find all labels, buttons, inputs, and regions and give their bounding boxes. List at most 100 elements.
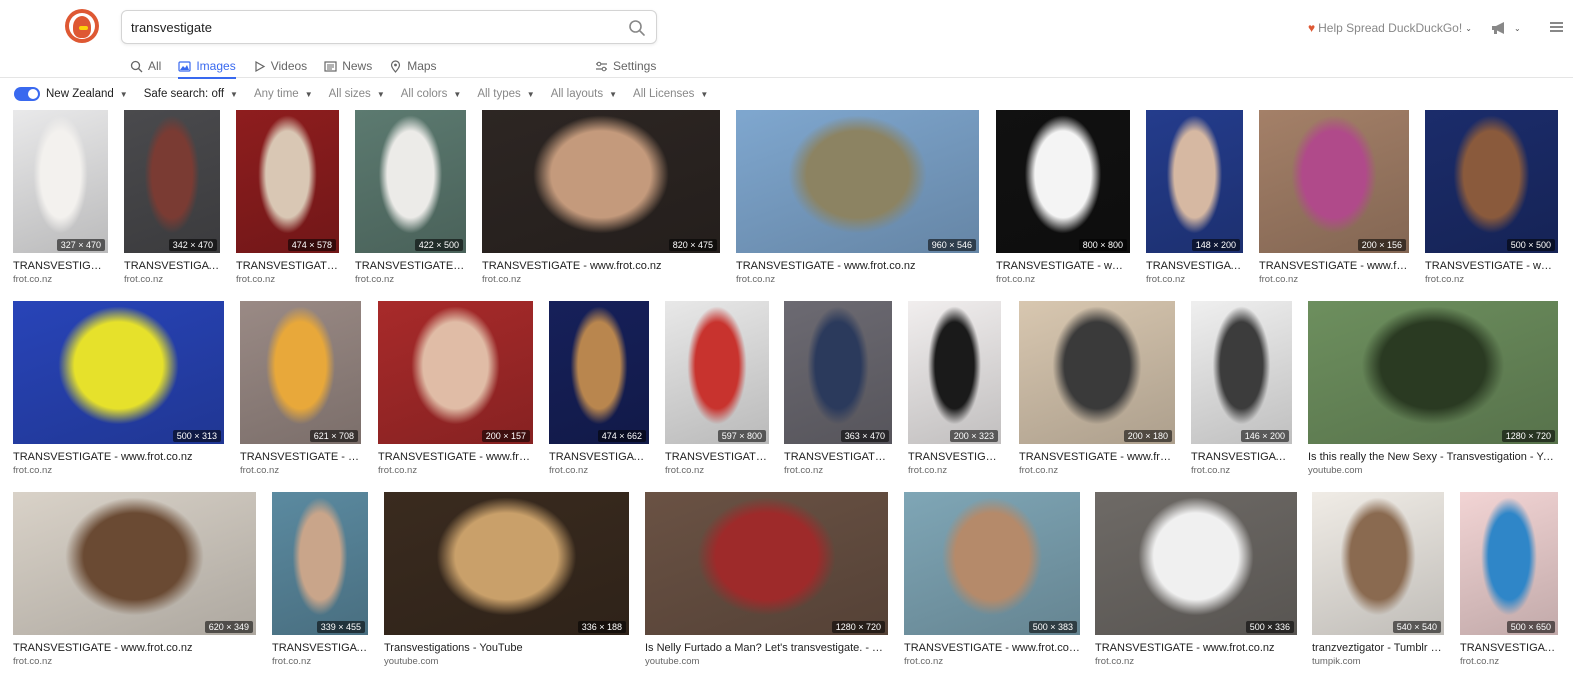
image-result-domain[interactable]: frot.co.nz: [904, 656, 1080, 668]
image-result-title[interactable]: TRANSVESTIGATE - www.frot.co.nz: [482, 260, 720, 273]
image-result[interactable]: 1280 × 720 Is this really the New Sexy - …: [1308, 301, 1558, 477]
image-result-title[interactable]: TRANSVESTIGATE - www.frot.co.nz: [736, 260, 979, 273]
image-result[interactable]: 200 × 157 TRANSVESTIGATE - www.frot.co.nz…: [378, 301, 533, 477]
image-result[interactable]: 620 × 349 TRANSVESTIGATE - www.frot.co.nz…: [13, 492, 256, 668]
image-result[interactable]: 621 × 708 TRANSVESTIGATE - www.frot.co.nz…: [240, 301, 361, 477]
image-thumbnail[interactable]: 339 × 455: [272, 492, 368, 635]
image-result-title[interactable]: Is Nelly Furtado a Man? Let's transvesti…: [645, 642, 888, 655]
image-thumbnail[interactable]: 620 × 349: [13, 492, 256, 635]
image-result-title[interactable]: TRANSVESTIGATE - www.frot.co.nz: [665, 451, 769, 464]
image-result-domain[interactable]: frot.co.nz: [1460, 656, 1558, 668]
image-result-domain[interactable]: youtube.com: [1308, 465, 1558, 477]
image-result-domain[interactable]: frot.co.nz: [549, 465, 649, 477]
region-toggle[interactable]: [14, 87, 40, 101]
image-thumbnail[interactable]: 146 × 200: [1191, 301, 1292, 444]
image-result[interactable]: 500 × 500 TRANSVESTIGATE - www.frot.co.nz…: [1425, 110, 1558, 286]
image-result-title[interactable]: TRANSVESTIGATE - www.frot.co.nz: [1425, 260, 1558, 273]
image-result-domain[interactable]: frot.co.nz: [1146, 274, 1243, 286]
image-thumbnail[interactable]: 800 × 800: [996, 110, 1130, 253]
tab-images[interactable]: Images: [178, 54, 237, 79]
image-result-domain[interactable]: frot.co.nz: [13, 274, 108, 286]
image-result[interactable]: 1280 × 720 Is Nelly Furtado a Man? Let's …: [645, 492, 888, 668]
image-result-title[interactable]: TRANSVESTIGATE - www.frot.co.nz: [1460, 642, 1558, 655]
image-result-title[interactable]: TRANSVESTIGATE - www.frot.co.nz: [996, 260, 1130, 273]
image-thumbnail[interactable]: 500 × 500: [1425, 110, 1558, 253]
image-result-domain[interactable]: frot.co.nz: [1019, 465, 1175, 477]
image-result[interactable]: 474 × 662 TRANSVESTIGATE - www.frot.co.nz…: [549, 301, 649, 477]
image-thumbnail[interactable]: 500 × 383: [904, 492, 1080, 635]
image-result-domain[interactable]: youtube.com: [645, 656, 888, 668]
image-result-title[interactable]: TRANSVESTIGATE - www.frot.co.nz: [13, 451, 224, 464]
image-result[interactable]: 200 × 156 TRANSVESTIGATE - www.frot.co.nz…: [1259, 110, 1409, 286]
image-result-title[interactable]: Is this really the New Sexy - Transvesti…: [1308, 451, 1558, 464]
layout-dropdown[interactable]: All layouts ▼: [551, 88, 617, 100]
region-dropdown[interactable]: New Zealand ▼: [46, 88, 128, 100]
image-result-title[interactable]: TRANSVESTIGATE - www.frot.co.nz: [1259, 260, 1409, 273]
tab-all[interactable]: All: [130, 54, 161, 78]
image-result[interactable]: 500 × 336 TRANSVESTIGATE - www.frot.co.nz…: [1095, 492, 1297, 668]
time-dropdown[interactable]: Any time ▼: [254, 88, 313, 100]
image-result[interactable]: 800 × 800 TRANSVESTIGATE - www. frot.co.nz…: [996, 110, 1130, 286]
image-thumbnail[interactable]: 327 × 470: [13, 110, 108, 253]
image-result[interactable]: 327 × 470 TRANSVESTIGATE - www.frot.co.nz…: [13, 110, 108, 286]
image-thumbnail[interactable]: 200 × 156: [1259, 110, 1409, 253]
image-thumbnail[interactable]: 960 × 546: [736, 110, 979, 253]
image-result-domain[interactable]: frot.co.nz: [1425, 274, 1558, 286]
image-thumbnail[interactable]: 500 × 650: [1460, 492, 1558, 635]
image-result-title[interactable]: TRANSVESTIGATE - www.frot.co.nz: [13, 260, 108, 273]
image-thumbnail[interactable]: 597 × 800: [665, 301, 769, 444]
image-thumbnail[interactable]: 336 × 188: [384, 492, 629, 635]
settings-button[interactable]: Settings: [595, 54, 656, 78]
image-thumbnail[interactable]: 422 × 500: [355, 110, 466, 253]
image-thumbnail[interactable]: 342 × 470: [124, 110, 220, 253]
image-result-title[interactable]: TRANSVESTIGATE - www.frot.co.nz: [784, 451, 892, 464]
image-result-title[interactable]: tranzveztigator - Tumblr blog: [1312, 642, 1444, 655]
image-result-domain[interactable]: frot.co.nz: [236, 274, 339, 286]
help-spread-link[interactable]: ♥ Help Spread DuckDuckGo! ⌄: [1308, 21, 1472, 35]
duckduckgo-logo[interactable]: [65, 9, 99, 43]
image-result[interactable]: 336 × 188 Transvestigations - YouTube yout…: [384, 492, 629, 668]
image-thumbnail[interactable]: 200 × 157: [378, 301, 533, 444]
image-result-domain[interactable]: frot.co.nz: [124, 274, 220, 286]
image-thumbnail[interactable]: 1280 × 720: [645, 492, 888, 635]
license-dropdown[interactable]: All Licenses ▼: [633, 88, 708, 100]
type-dropdown[interactable]: All types ▼: [477, 88, 534, 100]
image-thumbnail[interactable]: 1280 × 720: [1308, 301, 1558, 444]
image-thumbnail[interactable]: 540 × 540: [1312, 492, 1444, 635]
image-result[interactable]: 422 × 500 TRANSVESTIGATE - www.frot.co.nz…: [355, 110, 466, 286]
image-result-domain[interactable]: frot.co.nz: [13, 656, 256, 668]
image-result[interactable]: 500 × 313 TRANSVESTIGATE - www.frot.co.nz…: [13, 301, 224, 477]
image-result-domain[interactable]: frot.co.nz: [482, 274, 720, 286]
image-result-title[interactable]: TRANSVESTIGATE - www.frot.co.nz: [1146, 260, 1243, 273]
image-result-domain[interactable]: frot.co.nz: [272, 656, 368, 668]
image-thumbnail[interactable]: 621 × 708: [240, 301, 361, 444]
image-result-domain[interactable]: frot.co.nz: [908, 465, 1001, 477]
tab-maps[interactable]: Maps: [389, 54, 437, 78]
image-thumbnail[interactable]: 500 × 336: [1095, 492, 1297, 635]
image-result-title[interactable]: TRANSVESTIGATE - www.frot.co.nz: [1191, 451, 1292, 464]
image-result-title[interactable]: TRANSVESTIGATE - www.frot.co.nz: [549, 451, 649, 464]
safe-search-dropdown[interactable]: Safe search: off ▼: [144, 88, 238, 100]
image-result[interactable]: 500 × 383 TRANSVESTIGATE - www.frot.co.nz…: [904, 492, 1080, 668]
image-result-domain[interactable]: frot.co.nz: [1191, 465, 1292, 477]
image-result[interactable]: 820 × 475 TRANSVESTIGATE - www.frot.co.nz…: [482, 110, 720, 286]
image-result-title[interactable]: TRANSVESTIGATE - www.frot.co.nz: [904, 642, 1080, 655]
image-result[interactable]: 200 × 323 TRANSVESTIGATE - www.frot.co.nz…: [908, 301, 1001, 477]
tab-videos[interactable]: Videos: [253, 54, 307, 78]
image-result-title[interactable]: TRANSVESTIGATE - www.frot.co.nz: [1019, 451, 1175, 464]
image-result[interactable]: 200 × 180 TRANSVESTIGATE - www.frot.co.nz…: [1019, 301, 1175, 477]
image-result[interactable]: 342 × 470 TRANSVESTIGATE - www.frot.co.nz…: [124, 110, 220, 286]
image-result-domain[interactable]: frot.co.nz: [378, 465, 533, 477]
image-thumbnail[interactable]: 500 × 313: [13, 301, 224, 444]
image-result-title[interactable]: TRANSVESTIGATE - www.frot.co.nz: [908, 451, 1001, 464]
image-result-title[interactable]: Transvestigations - YouTube: [384, 642, 629, 655]
image-result-title[interactable]: TRANSVESTIGATE - www.frot.co.nz: [13, 642, 256, 655]
image-result[interactable]: 597 × 800 TRANSVESTIGATE - www.frot.co.nz…: [665, 301, 769, 477]
image-thumbnail[interactable]: 474 × 662: [549, 301, 649, 444]
image-result-domain[interactable]: tumpik.com: [1312, 656, 1444, 668]
image-result-domain[interactable]: frot.co.nz: [1095, 656, 1297, 668]
image-thumbnail[interactable]: 200 × 323: [908, 301, 1001, 444]
image-result[interactable]: 540 × 540 tranzveztigator - Tumblr blog tu…: [1312, 492, 1444, 668]
image-result-title[interactable]: TRANSVESTIGATE - www.frot.co.nz: [272, 642, 368, 655]
image-result-title[interactable]: TRANSVESTIGATE - www.frot.co.nz: [378, 451, 533, 464]
